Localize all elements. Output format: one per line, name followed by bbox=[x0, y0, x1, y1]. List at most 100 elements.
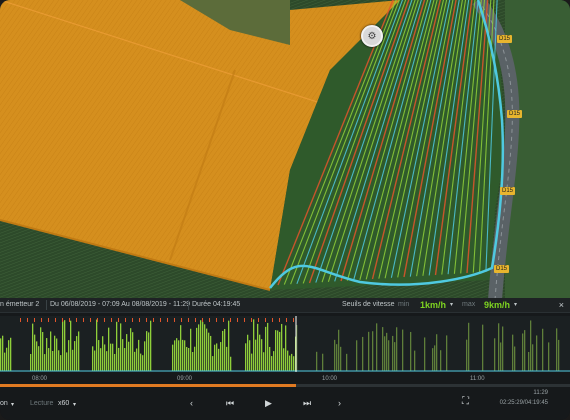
activity-bar bbox=[50, 331, 52, 371]
max-speed-select[interactable]: 9km/h bbox=[484, 298, 510, 312]
progress-fill bbox=[0, 384, 297, 387]
event-marker bbox=[97, 318, 98, 322]
activity-bar bbox=[368, 331, 370, 371]
activity-bar bbox=[96, 319, 98, 371]
previous-icon[interactable]: ‹ bbox=[190, 398, 193, 408]
activity-bar bbox=[0, 338, 2, 371]
activity-bar bbox=[92, 346, 94, 371]
activity-bar bbox=[98, 340, 100, 371]
event-marker bbox=[181, 318, 182, 322]
activity-bar bbox=[372, 331, 374, 371]
activity-bar bbox=[498, 323, 500, 371]
event-marker bbox=[223, 318, 224, 322]
event-marker bbox=[90, 318, 91, 322]
activity-bar bbox=[376, 323, 378, 371]
activity-bar bbox=[287, 350, 289, 371]
emitter-label: n émetteur 2 bbox=[0, 301, 40, 308]
chevron-down-icon[interactable]: ▾ bbox=[450, 298, 453, 312]
event-marker bbox=[174, 318, 175, 322]
mode-select[interactable]: on bbox=[0, 400, 8, 407]
activity-bar bbox=[36, 341, 38, 371]
activity-bar bbox=[34, 334, 36, 371]
close-icon[interactable]: × bbox=[559, 298, 564, 312]
satellite-map[interactable]: ⚙ D15 D15 D15 D15 bbox=[0, 0, 570, 300]
event-marker bbox=[167, 318, 168, 322]
activity-bar bbox=[275, 330, 277, 371]
activity-bar bbox=[277, 330, 279, 371]
activity-bar bbox=[62, 321, 64, 371]
activity-bar bbox=[66, 352, 68, 371]
event-marker bbox=[279, 318, 280, 322]
activity-bar bbox=[60, 355, 62, 371]
chevron-down-icon[interactable]: ▾ bbox=[11, 401, 14, 408]
activity-bar bbox=[263, 352, 265, 371]
activity-bar bbox=[202, 321, 204, 371]
activity-bar bbox=[494, 338, 496, 371]
event-marker bbox=[104, 318, 105, 322]
event-marker bbox=[118, 318, 119, 322]
activity-bar bbox=[267, 322, 269, 371]
event-marker bbox=[55, 318, 56, 322]
speed-factor-select[interactable]: x60 bbox=[58, 400, 69, 407]
road-label: D15 bbox=[507, 110, 523, 118]
fullscreen-icon[interactable]: ⛶ bbox=[462, 396, 469, 407]
activity-bar bbox=[204, 324, 206, 371]
activity-bar bbox=[224, 328, 226, 371]
playback-progress-bar[interactable] bbox=[0, 384, 570, 387]
activity-bar bbox=[542, 328, 544, 371]
activity-bar bbox=[198, 324, 200, 371]
axis-tick: 10:00 bbox=[322, 376, 338, 382]
activity-bar bbox=[68, 340, 70, 371]
divider bbox=[46, 300, 47, 310]
min-speed-select[interactable]: 1km/h bbox=[420, 298, 446, 312]
activity-bar bbox=[148, 332, 150, 371]
activity-bar bbox=[212, 356, 214, 371]
chevron-down-icon[interactable]: ▾ bbox=[73, 401, 76, 408]
activity-bar bbox=[257, 323, 259, 371]
activity-bar bbox=[293, 356, 295, 371]
event-marker bbox=[216, 318, 217, 322]
activity-bar bbox=[6, 347, 8, 371]
min-label: min bbox=[398, 301, 410, 308]
activity-bar bbox=[8, 340, 10, 371]
activity-bar bbox=[402, 329, 404, 371]
vehicle-position-marker[interactable]: ⚙ bbox=[361, 25, 383, 47]
activity-bar bbox=[226, 346, 228, 371]
activity-bar bbox=[281, 323, 283, 371]
event-marker bbox=[286, 318, 287, 322]
skip-forward-icon[interactable]: ⏭ bbox=[303, 398, 311, 409]
event-marker bbox=[244, 318, 245, 322]
activity-bar bbox=[502, 326, 504, 371]
next-icon[interactable]: › bbox=[338, 398, 341, 408]
activity-bar bbox=[424, 337, 426, 371]
activity-bar bbox=[2, 335, 4, 371]
activity-bar bbox=[70, 320, 72, 371]
activity-bar bbox=[108, 327, 110, 371]
activity-bar bbox=[500, 342, 502, 371]
event-marker bbox=[293, 318, 294, 322]
activity-bar bbox=[482, 324, 484, 371]
play-icon[interactable]: ▶ bbox=[265, 398, 272, 409]
activity-bar bbox=[172, 344, 174, 371]
event-marker bbox=[230, 318, 231, 322]
event-marker bbox=[202, 318, 203, 322]
activity-bar bbox=[188, 348, 190, 371]
event-marker bbox=[258, 318, 259, 322]
activity-bar bbox=[468, 322, 470, 371]
activity-bar bbox=[30, 354, 32, 371]
activity-bar bbox=[346, 353, 348, 371]
activity-timeline[interactable] bbox=[0, 316, 570, 372]
activity-bar bbox=[72, 349, 74, 371]
event-marker bbox=[132, 318, 133, 322]
skip-back-icon[interactable]: ⏮ bbox=[226, 398, 234, 409]
activity-bar bbox=[136, 348, 138, 371]
activity-bar bbox=[466, 339, 468, 371]
event-marker bbox=[62, 318, 63, 322]
chevron-down-icon[interactable]: ▾ bbox=[514, 298, 517, 312]
activity-bar bbox=[114, 353, 116, 371]
activity-bar bbox=[524, 330, 526, 371]
activity-bar bbox=[285, 325, 287, 371]
axis-tick: 09:00 bbox=[177, 376, 193, 382]
activity-bar bbox=[396, 327, 398, 371]
event-marker bbox=[20, 318, 21, 322]
